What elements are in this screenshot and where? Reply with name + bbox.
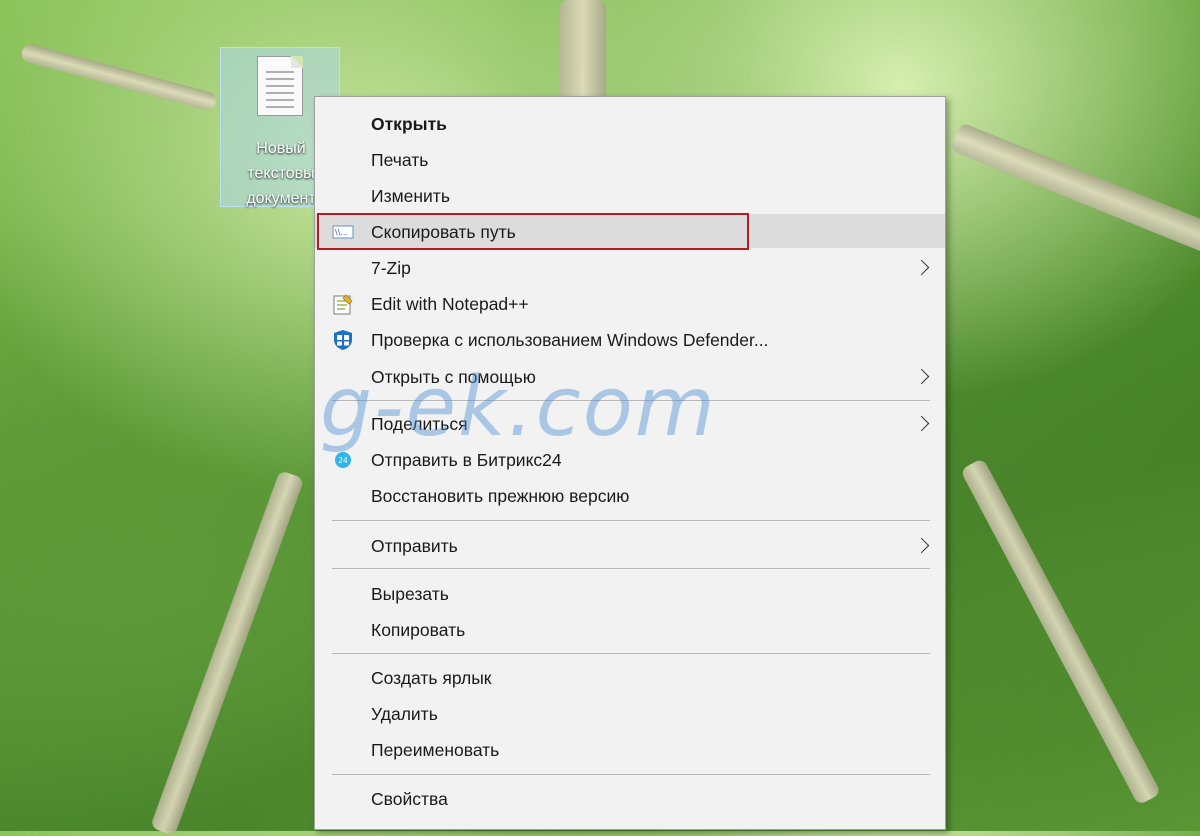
menu-item-label: Отправить [371,536,458,556]
chevron-right-icon [913,537,930,554]
menu-item-label: Отправить в Битрикс24 [371,450,562,470]
menu-item-create-shortcut[interactable]: Создать ярлык [315,660,945,694]
menu-separator [332,520,930,521]
menu-item-label: Копировать [371,620,466,640]
menu-item-share[interactable]: Поделиться [315,406,945,440]
text-file-icon [257,56,303,116]
context-menu: Открыть Печать Изменить \\... Скопироват… [314,96,946,830]
tree-trunk [150,470,305,836]
menu-item-label: Открыть [371,114,447,134]
menu-item-label: Проверка с использованием Windows Defend… [371,330,769,350]
menu-item-restore-previous-version[interactable]: Восстановить прежнюю версию [315,478,945,512]
menu-item-cut[interactable]: Вырезать [315,576,945,610]
bitrix24-icon: 24 [335,452,351,468]
menu-item-7zip[interactable]: 7-Zip [315,250,945,284]
chevron-right-icon [913,415,930,432]
menu-separator [332,774,930,775]
menu-item-label: Удалить [371,704,438,724]
menu-item-label: Edit with Notepad++ [371,294,529,314]
menu-item-label: Печать [371,150,429,170]
menu-item-rename[interactable]: Переименовать [315,732,945,766]
highlight-annotation [317,213,749,250]
menu-item-open[interactable]: Открыть [315,106,945,140]
menu-item-label: Поделиться [371,414,468,434]
menu-item-delete[interactable]: Удалить [315,696,945,730]
menu-item-send-to-bitrix24[interactable]: 24 Отправить в Битрикс24 [315,442,945,476]
menu-separator [332,568,930,569]
svg-text:24: 24 [338,456,348,465]
menu-item-windows-defender[interactable]: Проверка с использованием Windows Defend… [315,322,945,356]
menu-item-notepad-plus-plus[interactable]: Edit with Notepad++ [315,286,945,320]
tree-trunk [20,42,218,112]
menu-item-label: Свойства [371,789,448,809]
menu-item-copy[interactable]: Копировать [315,612,945,646]
menu-item-label: Открыть с помощью [371,367,536,387]
menu-item-edit[interactable]: Изменить [315,178,945,212]
menu-item-label: Вырезать [371,584,449,604]
chevron-right-icon [913,259,930,276]
menu-separator [332,400,930,401]
menu-item-properties[interactable]: Свойства [315,781,945,815]
menu-item-label: Создать ярлык [371,668,492,688]
windows-defender-icon [334,330,352,350]
menu-item-label: Изменить [371,186,450,206]
menu-separator [332,653,930,654]
menu-item-label: Переименовать [371,740,500,760]
menu-item-label: Восстановить прежнюю версию [371,486,630,506]
menu-item-send-to[interactable]: Отправить [315,528,945,562]
chevron-right-icon [913,368,930,385]
tree-trunk [960,457,1162,806]
tree-trunk [560,0,606,110]
menu-item-print[interactable]: Печать [315,142,945,176]
menu-item-open-with[interactable]: Открыть с помощью [315,359,945,393]
menu-item-label: 7-Zip [371,258,411,278]
notepad-plus-plus-icon [333,294,353,315]
tree-trunk [950,122,1200,263]
